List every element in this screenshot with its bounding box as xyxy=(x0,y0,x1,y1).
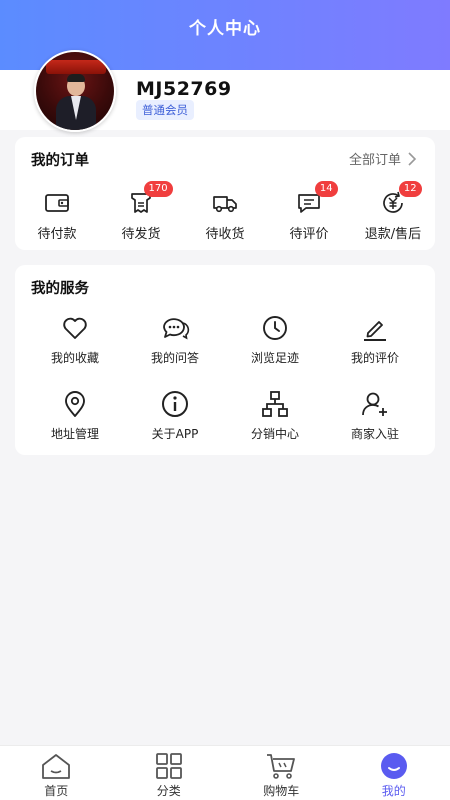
order-label: 待发货 xyxy=(121,227,161,242)
avatar-figure-hair xyxy=(67,74,85,82)
count-badge: 170 xyxy=(143,181,173,197)
service-label: 我的问答 xyxy=(150,351,199,365)
avatar[interactable] xyxy=(34,50,116,132)
service-label: 我的评价 xyxy=(350,351,399,365)
order-refund-aftersale[interactable]: 退款/售后 12 xyxy=(351,181,435,245)
cart-icon xyxy=(267,754,296,779)
info-icon xyxy=(162,391,188,417)
service-label: 分销中心 xyxy=(250,427,299,441)
all-orders-link[interactable]: 全部订单 xyxy=(349,149,417,168)
all-orders-label: 全部订单 xyxy=(348,153,401,168)
pen-icon xyxy=(364,321,386,341)
service-label: 商家入驻 xyxy=(350,427,399,441)
service-label: 地址管理 xyxy=(50,427,99,441)
nav-item-mine[interactable]: 我的 xyxy=(338,746,450,800)
service-about-app[interactable]: 关于APP xyxy=(125,389,225,465)
member-level-badge: 普通会员 xyxy=(136,100,194,120)
order-label: 待收货 xyxy=(205,227,245,242)
service-qa[interactable]: 我的问答 xyxy=(125,313,225,389)
clock-icon xyxy=(263,316,287,340)
my-orders-card: 我的订单 全部订单 待付款 待发货 170 待收货 待评价 14 退款/售后 1… xyxy=(15,137,435,250)
service-my-reviews[interactable]: 我的评价 xyxy=(325,313,425,389)
nav-label: 分类 xyxy=(156,784,181,798)
bottom-nav: 首页 分类 购物车 我的 xyxy=(0,745,450,800)
service-address[interactable]: 地址管理 xyxy=(25,389,125,465)
nav-item-cart[interactable]: 购物车 xyxy=(225,746,338,800)
user-add-icon xyxy=(362,392,387,416)
home-icon xyxy=(42,754,71,779)
page-title: 个人中心 xyxy=(189,19,261,39)
service-label: 关于APP xyxy=(151,427,199,441)
order-pending-review[interactable]: 待评价 14 xyxy=(267,181,351,245)
service-label: 浏览足迹 xyxy=(250,351,299,365)
username: MJ52769 xyxy=(136,78,232,100)
order-label: 退款/售后 xyxy=(364,227,422,242)
chevron-right-icon xyxy=(408,151,417,166)
wallet-icon xyxy=(45,194,69,212)
nav-item-category[interactable]: 分类 xyxy=(113,746,226,800)
nav-label: 购物车 xyxy=(263,784,300,798)
order-label: 待评价 xyxy=(289,227,329,242)
order-pending-shipment[interactable]: 待发货 170 xyxy=(99,181,183,245)
nav-label: 我的 xyxy=(381,784,406,798)
order-pending-receipt[interactable]: 待收货 xyxy=(183,185,267,245)
service-distribution[interactable]: 分销中心 xyxy=(225,389,325,465)
count-badge: 12 xyxy=(398,181,422,197)
service-history[interactable]: 浏览足迹 xyxy=(225,313,325,389)
service-label: 我的收藏 xyxy=(50,351,99,365)
order-label: 待付款 xyxy=(37,227,77,242)
my-services-card: 我的服务 我的收藏 我的问答 浏览足迹 我的评价 地址管理 关于APP 分销中心 xyxy=(15,265,435,455)
hierarchy-icon xyxy=(262,391,288,417)
count-badge: 14 xyxy=(314,181,338,197)
chat-bubbles-icon xyxy=(163,318,190,340)
heart-icon xyxy=(63,317,87,339)
order-pending-payment[interactable]: 待付款 xyxy=(15,185,99,245)
truck-icon xyxy=(213,196,237,213)
orders-title: 我的订单 xyxy=(31,153,89,169)
services-title: 我的服务 xyxy=(31,281,89,297)
service-merchant-join[interactable]: 商家入驻 xyxy=(325,389,425,465)
service-favorites[interactable]: 我的收藏 xyxy=(25,313,125,389)
nav-label: 首页 xyxy=(44,784,69,798)
profile-icon xyxy=(380,753,407,779)
avatar-banner xyxy=(46,60,106,74)
nav-item-home[interactable]: 首页 xyxy=(0,746,113,800)
location-pin-icon xyxy=(65,391,85,417)
grid-icon xyxy=(155,753,182,779)
